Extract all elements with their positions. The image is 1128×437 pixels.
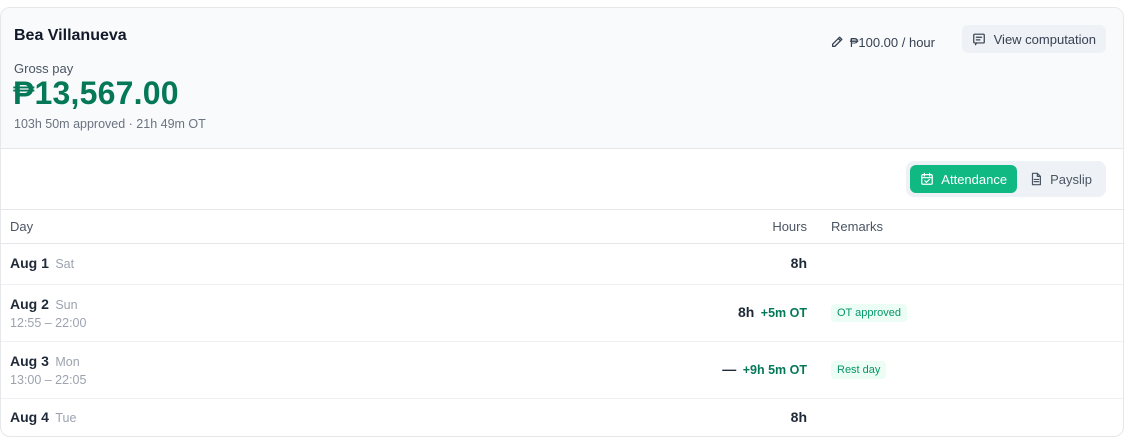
column-header-day: Day [1, 210, 657, 244]
day-date: Aug 2 [10, 295, 49, 312]
view-toolbar: Attendance Payslip [1, 149, 1123, 210]
hours-cell: 8h +5m OT [657, 284, 807, 342]
hours-value: 8h [790, 254, 807, 271]
day-weekday: Mon [55, 354, 80, 369]
calendar-check-icon [921, 172, 934, 185]
document-icon [1031, 172, 1042, 186]
hours-summary: 103h 50m approved · 21h 49m OT [14, 117, 206, 131]
overtime-value: +5m OT [760, 305, 807, 320]
tab-payslip[interactable]: Payslip [1019, 165, 1102, 193]
table-header-row: Day Hours Remarks [1, 210, 1123, 244]
remark-badge: OT approved [831, 304, 908, 322]
hours-cell: 8h [657, 243, 807, 285]
day-time-range: 12:55 – 22:00 [10, 315, 87, 330]
day-date: Aug 4 [10, 408, 49, 425]
pencil-icon [831, 36, 843, 48]
day-cell: Aug 1 Sat [1, 243, 657, 285]
tab-attendance[interactable]: Attendance [910, 165, 1018, 193]
gross-pay-amount: ₱13,567.00 [13, 75, 179, 111]
view-segmented-control: Attendance Payslip [906, 161, 1106, 197]
column-header-remarks: Remarks [807, 210, 1123, 244]
view-computation-button[interactable]: View computation [961, 25, 1106, 53]
column-header-hours: Hours [657, 210, 807, 244]
day-cell: Aug 3 Mon 13:00 – 22:05 [1, 341, 657, 399]
hours-value: — [722, 360, 737, 377]
gross-pay-label: Gross pay [14, 61, 74, 76]
hours-value: 8h [790, 408, 807, 425]
remarks-cell: OT approved [807, 284, 1123, 342]
table-row[interactable]: Aug 3 Mon 13:00 – 22:05 — +9h 5m OT Rest… [1, 341, 1123, 399]
day-date: Aug 1 [10, 254, 49, 271]
receipt-icon [972, 33, 985, 46]
attendance-table: Day Hours Remarks Aug 1 Sat 8h Aug 2 Sun [1, 210, 1123, 436]
hours-cell: 8h [657, 398, 807, 436]
remarks-cell: Rest day [807, 341, 1123, 399]
day-date: Aug 3 [10, 352, 49, 369]
day-time-range: 13:00 – 22:05 [10, 372, 87, 387]
hours-cell: — +9h 5m OT [657, 341, 807, 399]
day-weekday: Tue [55, 410, 77, 425]
payroll-employee-card: Bea Villanueva Gross pay ₱13,567.00 103h… [0, 7, 1124, 437]
overtime-value: +9h 5m OT [742, 362, 807, 377]
employee-name: Bea Villanueva [14, 27, 127, 44]
hours-value: 8h [738, 303, 755, 320]
remarks-cell [807, 243, 1123, 285]
table-row[interactable]: Aug 1 Sat 8h [1, 243, 1123, 285]
day-cell: Aug 4 Tue [1, 398, 657, 436]
day-weekday: Sat [55, 256, 75, 271]
tab-attendance-label: Attendance [941, 171, 1008, 187]
day-weekday: Sun [55, 297, 78, 312]
employee-summary-header: Bea Villanueva Gross pay ₱13,567.00 103h… [1, 8, 1123, 149]
day-cell: Aug 2 Sun 12:55 – 22:00 [1, 284, 657, 342]
tab-payslip-label: Payslip [1050, 171, 1092, 187]
remark-badge: Rest day [831, 361, 887, 379]
hourly-rate-label: ₱100.00 / hour [849, 34, 935, 50]
view-computation-label: View computation [993, 31, 1096, 47]
remarks-cell [807, 398, 1123, 436]
hourly-rate-edit[interactable]: ₱100.00 / hour [830, 29, 935, 55]
table-row[interactable]: Aug 2 Sun 12:55 – 22:00 8h +5m OT OT app… [1, 284, 1123, 342]
table-row[interactable]: Aug 4 Tue 8h [1, 398, 1123, 436]
